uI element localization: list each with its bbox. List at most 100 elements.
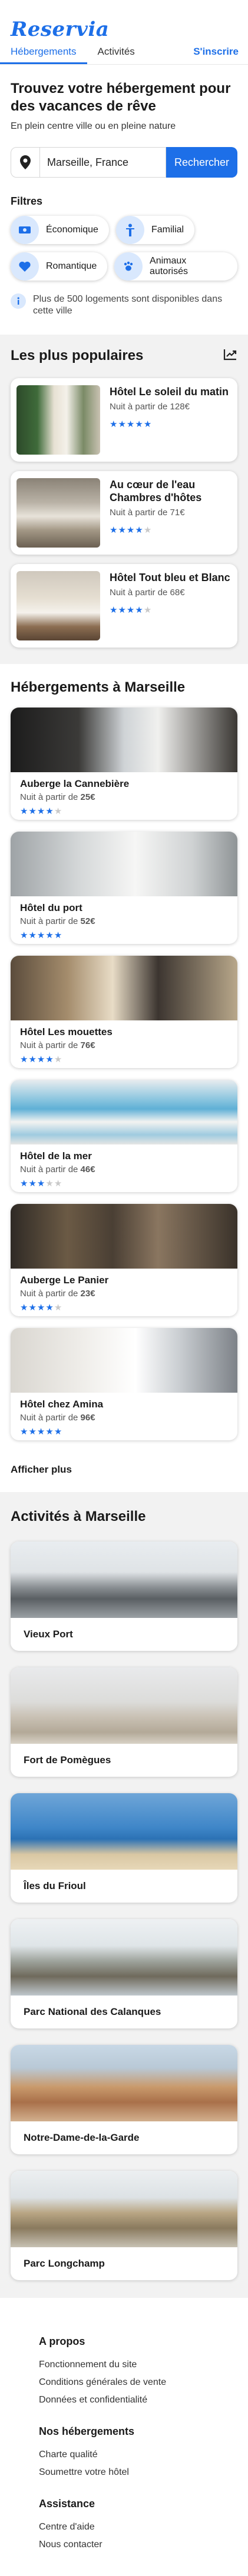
- rating-stars: ★★★★★: [110, 525, 232, 535]
- site-footer: A propos Fonctionnement du site Conditio…: [0, 2298, 248, 2574]
- show-more-link[interactable]: Afficher plus: [0, 1446, 248, 1492]
- filter-label: Animaux autorisés: [150, 256, 188, 276]
- search-input[interactable]: [40, 147, 166, 178]
- star-filled-icon: ★: [37, 1055, 46, 1065]
- activity-name: Notre-Dame-de-la-Garde: [24, 2132, 140, 2143]
- activity-name: Vieux Port: [24, 1629, 73, 1640]
- star-empty-icon: ★: [54, 1303, 63, 1313]
- star-filled-icon: ★: [135, 605, 144, 615]
- filter-label: Familial: [151, 225, 184, 235]
- hotel-price: Nuit à partir de 23€: [20, 1289, 95, 1299]
- footer-heading: Nos hébergements: [39, 2425, 135, 2437]
- footer-link[interactable]: Soumettre votre hôtel: [39, 2467, 209, 2478]
- hotel-name: Hôtel Les mouettes: [20, 1026, 113, 1037]
- star-filled-icon: ★: [28, 806, 37, 816]
- star-empty-icon: ★: [143, 525, 153, 535]
- footer-link[interactable]: Nous contacter: [39, 2540, 209, 2550]
- hotel-price: Nuit à partir de 71€: [110, 508, 185, 518]
- hebergement-card[interactable]: Auberge la Cannebière Nuit à partir de 2…: [11, 708, 237, 820]
- activity-card[interactable]: Fort de Pomègues: [11, 1667, 237, 1777]
- hebergement-card[interactable]: Auberge Le Panier Nuit à partir de 23€ ★…: [11, 1204, 237, 1316]
- hebergement-card[interactable]: Hôtel de la mer Nuit à partir de 46€ ★★★…: [11, 1080, 237, 1192]
- trending-icon[interactable]: [223, 349, 237, 363]
- activity-card[interactable]: Notre-Dame-de-la-Garde: [11, 2045, 237, 2154]
- star-filled-icon: ★: [135, 419, 144, 429]
- hebergement-card[interactable]: Hôtel chez Amina Nuit à partir de 96€ ★★…: [11, 1328, 237, 1440]
- tab-hebergements[interactable]: Hébergements: [0, 39, 87, 64]
- activity-photo: [11, 1667, 237, 1744]
- filter-label: Romantique: [46, 261, 97, 271]
- star-filled-icon: ★: [110, 419, 118, 429]
- footer-link[interactable]: Fonctionnement du site: [39, 2360, 209, 2370]
- tab-activites[interactable]: Activités: [87, 39, 146, 64]
- activities-title: Activités à Marseille: [11, 1509, 146, 1524]
- availability-info: Plus de 500 logements sont disponibles d…: [11, 293, 237, 317]
- footer-link[interactable]: Conditions générales de vente: [39, 2377, 209, 2388]
- paw-icon: [114, 252, 143, 281]
- filter-animaux[interactable]: Animaux autorisés: [114, 252, 237, 281]
- signup-link[interactable]: S'inscrire: [193, 46, 248, 58]
- popular-card[interactable]: Hôtel Tout bleu et Blanc Nuit à partir d…: [11, 564, 237, 648]
- filter-economique[interactable]: Économique: [11, 216, 109, 244]
- star-empty-icon: ★: [54, 1179, 63, 1189]
- hotel-photo: [11, 956, 237, 1020]
- hotel-name: Auberge la Cannebière: [20, 778, 130, 789]
- star-filled-icon: ★: [20, 1303, 29, 1313]
- filters: Filtres Économique Familial Romantique A: [0, 178, 248, 317]
- hotel-name: Au cœur de l'eau Chambres d'hôtes: [110, 479, 202, 503]
- activities-section: Activités à Marseille Vieux Port Fort de…: [0, 1492, 248, 2298]
- search-button[interactable]: Rechercher: [166, 147, 237, 178]
- star-filled-icon: ★: [28, 1179, 37, 1189]
- activity-name: Fort de Pomègues: [24, 1754, 111, 1766]
- popular-card[interactable]: Au cœur de l'eau Chambres d'hôtes Nuit à…: [11, 471, 237, 555]
- star-filled-icon: ★: [45, 1055, 54, 1065]
- activity-photo: [11, 1541, 237, 1618]
- hotel-price: Nuit à partir de 76€: [20, 1040, 95, 1050]
- star-filled-icon: ★: [118, 419, 127, 429]
- location-pin-icon: [11, 147, 40, 178]
- hotel-photo: [11, 1204, 237, 1269]
- footer-heading: A propos: [39, 2335, 85, 2347]
- child-icon: [115, 216, 144, 244]
- star-filled-icon: ★: [126, 419, 135, 429]
- star-filled-icon: ★: [20, 806, 29, 816]
- hotel-photo: [16, 571, 100, 640]
- logo[interactable]: Reservia: [11, 18, 237, 41]
- activity-card[interactable]: Îles du Frioul: [11, 1793, 237, 1903]
- activity-card[interactable]: Vieux Port: [11, 1541, 237, 1651]
- hotel-photo: [16, 385, 100, 455]
- footer-link[interactable]: Charte qualité: [39, 2450, 209, 2460]
- hero-title: Trouvez votre hébergement pour des vacan…: [11, 81, 231, 114]
- popular-card[interactable]: Hôtel Le soleil du matin Nuit à partir d…: [11, 378, 237, 462]
- activity-photo: [11, 1793, 237, 1870]
- activity-photo: [11, 2171, 237, 2247]
- hotel-name: Hôtel Le soleil du matin: [110, 386, 229, 398]
- activity-card[interactable]: Parc Longchamp: [11, 2171, 237, 2280]
- star-filled-icon: ★: [118, 605, 127, 615]
- footer-link[interactable]: Données et confidentialité: [39, 2395, 209, 2405]
- star-filled-icon: ★: [28, 930, 37, 940]
- rating-stars: ★★★★★: [20, 806, 228, 816]
- star-filled-icon: ★: [110, 605, 118, 615]
- star-empty-icon: ★: [54, 806, 63, 816]
- star-filled-icon: ★: [54, 1427, 63, 1437]
- popular-section: Les plus populaires Hôtel Le soleil du m…: [0, 335, 248, 664]
- hebergements-title: Hébergements à Marseille: [11, 679, 186, 695]
- activity-card[interactable]: Parc National des Calanques: [11, 1919, 237, 2028]
- hotel-name: Hôtel du port: [20, 902, 82, 913]
- hero: Trouvez votre hébergement pour des vacan…: [0, 65, 248, 178]
- filter-label: Économique: [46, 225, 98, 235]
- hotel-name: Hôtel Tout bleu et Blanc: [110, 572, 230, 583]
- filter-familial[interactable]: Familial: [115, 216, 195, 244]
- site-header: Reservia Hébergements Activités S'inscri…: [0, 0, 248, 65]
- star-filled-icon: ★: [28, 1055, 37, 1065]
- footer-link[interactable]: Centre d'aide: [39, 2522, 209, 2532]
- hebergement-card[interactable]: Hôtel du port Nuit à partir de 52€ ★★★★★: [11, 832, 237, 944]
- hebergement-card[interactable]: Hôtel Les mouettes Nuit à partir de 76€ …: [11, 956, 237, 1068]
- activity-name: Parc National des Calanques: [24, 2006, 161, 2017]
- rating-stars: ★★★★★: [20, 1302, 228, 1313]
- star-filled-icon: ★: [20, 1055, 29, 1065]
- star-filled-icon: ★: [45, 1303, 54, 1313]
- filter-romantique[interactable]: Romantique: [11, 252, 108, 281]
- hotel-price: Nuit à partir de 46€: [20, 1164, 95, 1174]
